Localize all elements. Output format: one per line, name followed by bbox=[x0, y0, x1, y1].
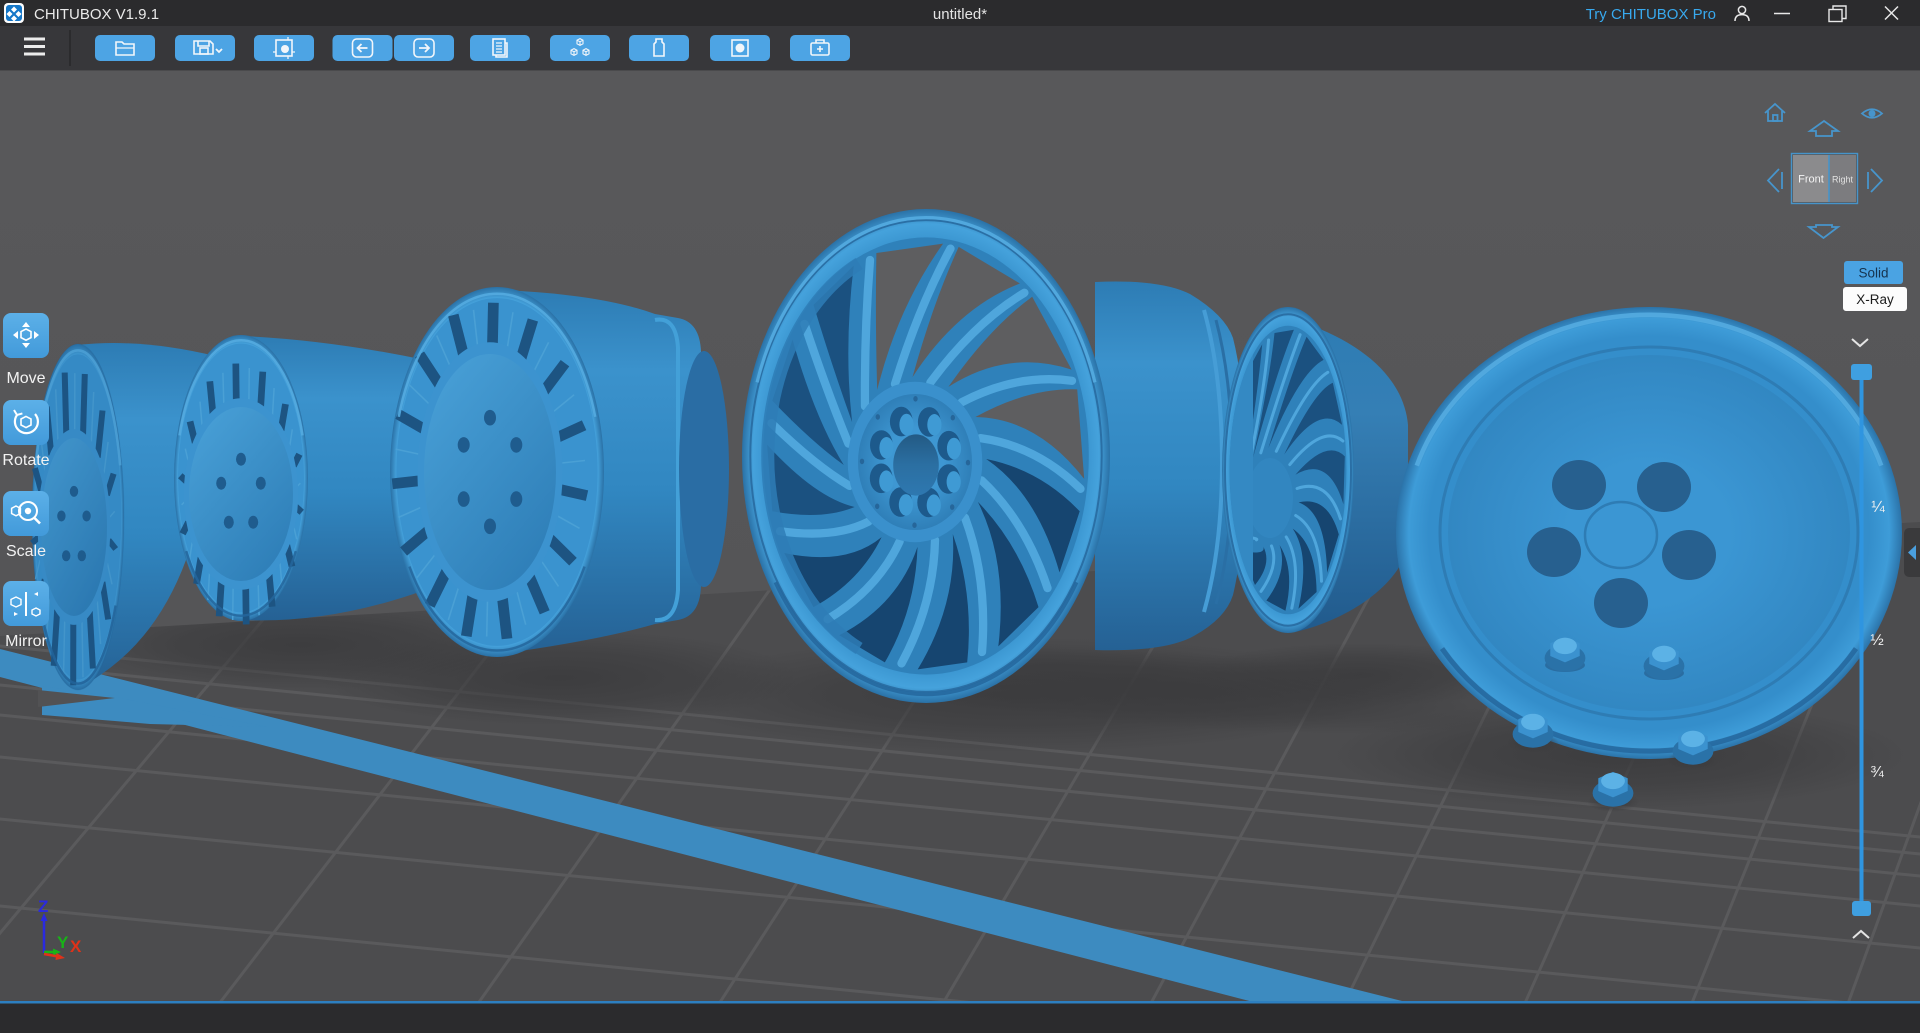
svg-text:CHITUBOX V1.9.1: CHITUBOX V1.9.1 bbox=[34, 6, 159, 23]
svg-text:½: ½ bbox=[1870, 632, 1883, 649]
svg-text:Scale: Scale bbox=[6, 543, 46, 560]
svg-text:Front: Front bbox=[1798, 174, 1824, 186]
svg-text:Try CHITUBOX Pro: Try CHITUBOX Pro bbox=[1586, 6, 1716, 23]
svg-text:Move: Move bbox=[6, 370, 45, 387]
svg-text:Rotate: Rotate bbox=[2, 452, 49, 469]
svg-text:Z: Z bbox=[38, 897, 48, 916]
svg-text:¼: ¼ bbox=[1871, 499, 1885, 516]
svg-text:Mirror: Mirror bbox=[5, 633, 47, 650]
svg-text:Solid: Solid bbox=[1858, 266, 1888, 281]
svg-text:Y: Y bbox=[57, 933, 69, 952]
svg-text:¾: ¾ bbox=[1870, 764, 1884, 781]
svg-text:Right: Right bbox=[1832, 175, 1854, 185]
svg-text:untitled*: untitled* bbox=[933, 6, 987, 23]
svg-text:X: X bbox=[70, 937, 82, 956]
svg-text:X-Ray: X-Ray bbox=[1856, 292, 1894, 307]
